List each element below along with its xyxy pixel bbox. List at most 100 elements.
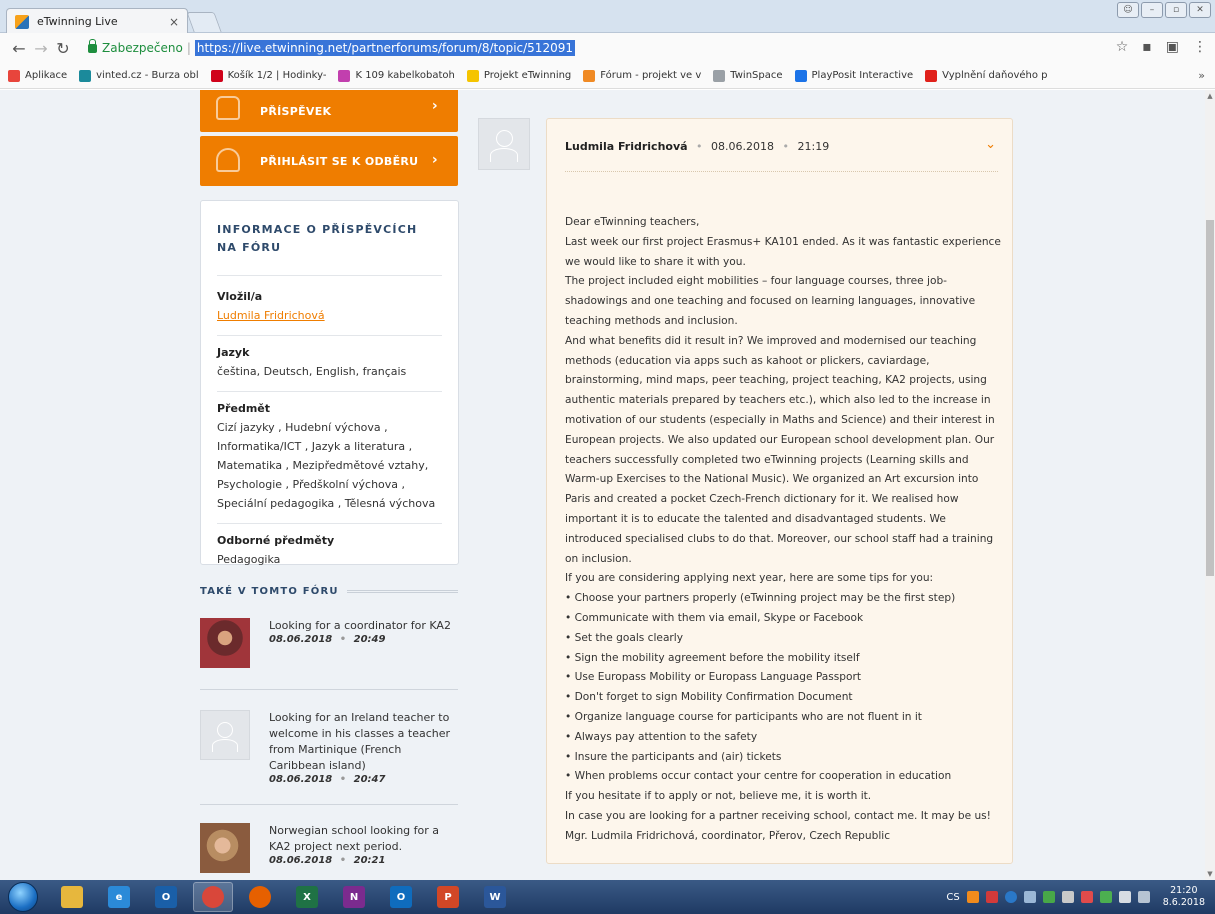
tray-app-icon[interactable]: [1042, 891, 1055, 903]
also-in-forum-title: TAKÉ V TOMTO FÓRU: [200, 586, 339, 597]
new-tab-button[interactable]: [186, 12, 222, 32]
tray-app-icon[interactable]: [1099, 891, 1112, 903]
volume-icon[interactable]: [1023, 891, 1036, 903]
tray-app-icon[interactable]: [985, 891, 998, 903]
page-scrollbar[interactable]: ▲ ▼: [1205, 90, 1215, 880]
specialized-value: Pedagogika: [217, 553, 281, 566]
avatar: [200, 618, 250, 668]
url-text[interactable]: https://live.etwinning.net/partnerforums…: [194, 40, 575, 56]
bookmark-favicon-icon: [713, 69, 726, 82]
secure-label: Zabezpečeno: [102, 41, 183, 55]
reply-post-button[interactable]: PŘÍSPĚVEK ›: [200, 90, 458, 132]
bookmark-item[interactable]: Košík 1/2 | Hodinky-: [210, 69, 327, 82]
tray-app-icon[interactable]: [966, 891, 979, 903]
user-profile-icon[interactable]: ☺: [1117, 2, 1139, 18]
taskbar-outlook-app[interactable]: O: [146, 882, 186, 912]
bookmark-item[interactable]: vinted.cz - Burza obl: [79, 69, 199, 82]
scroll-up-icon[interactable]: ▲: [1205, 92, 1215, 100]
bookmark-label: vinted.cz - Burza obl: [96, 70, 199, 81]
language-indicator[interactable]: CS: [946, 892, 959, 903]
author-link[interactable]: Ludmila Fridrichová: [217, 306, 442, 325]
menu-dots-icon[interactable]: ⋮: [1193, 39, 1207, 55]
bookmark-item[interactable]: Fórum - projekt ve v: [583, 69, 701, 82]
page-content: PŘÍSPĚVEK › PŘIHLÁSIT SE K ODBĚRU › INFO…: [0, 90, 1205, 880]
bookmark-item[interactable]: K 109 kabelkobatoh: [338, 69, 455, 82]
outlook-app-icon: O: [155, 886, 177, 908]
separator-dot: •: [696, 140, 703, 153]
chevron-down-icon[interactable]: ⌄: [985, 137, 996, 152]
post-author[interactable]: Ludmila Fridrichová: [565, 140, 688, 153]
tab-title: eTwinning Live: [37, 15, 118, 28]
taskbar-firefox[interactable]: [240, 882, 280, 912]
list-item[interactable]: Looking for a coordinator for KA2 08.06.…: [200, 618, 458, 668]
bookmark-item[interactable]: Projekt eTwinning: [466, 69, 571, 82]
forward-arrow-icon[interactable]: →: [30, 39, 52, 58]
tray-app-icon[interactable]: [1061, 891, 1074, 903]
bookmark-item[interactable]: TwinSpace: [713, 69, 783, 82]
extension-icon[interactable]: ▪: [1142, 39, 1152, 55]
language-label: Jazyk: [217, 346, 250, 359]
bookmark-item[interactable]: Vyplnění daňového p: [925, 69, 1048, 82]
taskbar-chrome[interactable]: [193, 882, 233, 912]
close-window-icon[interactable]: ✕: [1189, 2, 1211, 18]
list-item[interactable]: Norwegian school looking for a KA2 proje…: [200, 823, 458, 873]
windows-taskbar: e O X N O P W CS 21:20 8.6.2018: [0, 880, 1215, 914]
window-controls: ☺ – ▫ ✕: [1117, 2, 1211, 18]
bookmark-label: Košík 1/2 | Hodinky-: [227, 70, 327, 81]
language-value: čeština, Deutsch, English, français: [217, 365, 407, 378]
topic-title[interactable]: Looking for an Ireland teacher to welcom…: [269, 710, 458, 774]
maximize-icon[interactable]: ▫: [1165, 2, 1187, 18]
address-separator: |: [186, 41, 191, 55]
tray-app-icon[interactable]: [1080, 891, 1093, 903]
start-button[interactable]: [8, 882, 38, 912]
post-time: 21:19: [797, 140, 830, 153]
taskbar-word[interactable]: W: [475, 882, 515, 912]
bookmark-item[interactable]: PlayPosit Interactive: [794, 69, 913, 82]
tab-close-icon[interactable]: ×: [169, 15, 179, 29]
taskbar-powerpoint[interactable]: P: [428, 882, 468, 912]
display-icon[interactable]: [1137, 891, 1150, 903]
taskbar-explorer[interactable]: [52, 882, 92, 912]
topic-title[interactable]: Norwegian school looking for a KA2 proje…: [269, 823, 458, 855]
back-arrow-icon[interactable]: ←: [8, 39, 30, 58]
post-info-card: INFORMACE O PŘÍSPĚVCÍCH NA FÓRU Vložil/a…: [200, 200, 459, 566]
extension-2-icon[interactable]: ▣: [1166, 39, 1179, 55]
bookmark-label: K 109 kabelkobatoh: [355, 70, 455, 81]
taskbar-outlook[interactable]: O: [381, 882, 421, 912]
minimize-icon[interactable]: –: [1141, 2, 1163, 18]
list-item[interactable]: Looking for an Ireland teacher to welcom…: [200, 710, 458, 785]
subscribe-label: PŘIHLÁSIT SE K ODBĚRU: [260, 154, 419, 168]
scrollbar-thumb[interactable]: [1206, 220, 1214, 576]
chrome-icon: [202, 886, 224, 908]
bookmark-star-icon[interactable]: ☆: [1116, 39, 1129, 55]
separator-dot: •: [782, 140, 790, 153]
topic-datetime: 08.06.2018 • 20:49: [269, 634, 386, 645]
reload-icon[interactable]: ↻: [52, 39, 74, 58]
topic-title[interactable]: Looking for a coordinator for KA2: [269, 618, 451, 634]
subscribe-button[interactable]: PŘIHLÁSIT SE K ODBĚRU ›: [200, 136, 458, 186]
clock[interactable]: 21:20 8.6.2018: [1163, 885, 1205, 909]
taskbar-onenote[interactable]: N: [334, 882, 374, 912]
language-section: Jazyk čeština, Deutsch, English, françai…: [217, 346, 442, 392]
flag-icon[interactable]: [1118, 891, 1131, 903]
scroll-down-icon[interactable]: ▼: [1205, 870, 1215, 878]
taskbar-excel[interactable]: X: [287, 882, 327, 912]
bookmark-favicon-icon: [79, 69, 92, 82]
clock-time: 21:20: [1170, 885, 1198, 896]
topic-datetime: 08.06.2018 • 20:47: [269, 774, 386, 785]
post-body: Dear eTwinning teachers, Last week our f…: [565, 213, 1005, 847]
powerpoint-icon: P: [437, 886, 459, 908]
network-icon[interactable]: [1004, 891, 1017, 903]
browser-tab[interactable]: eTwinning Live ×: [6, 8, 188, 34]
etwinning-favicon-icon: [15, 14, 29, 29]
bookmark-favicon-icon: [466, 69, 479, 82]
taskbar-internet-explorer[interactable]: e: [99, 882, 139, 912]
bookmark-favicon-icon: [583, 69, 596, 82]
firefox-icon: [249, 886, 271, 908]
specialized-label: Odborné předměty: [217, 534, 335, 547]
address-bar[interactable]: Zabezpečeno | https://live.etwinning.net…: [88, 37, 1108, 59]
bookmark-item[interactable]: Aplikace: [8, 69, 67, 82]
bookmarks-overflow-icon[interactable]: »: [1198, 69, 1205, 82]
bookmark-favicon-icon: [338, 69, 351, 82]
reply-post-label: PŘÍSPĚVEK: [260, 104, 332, 118]
